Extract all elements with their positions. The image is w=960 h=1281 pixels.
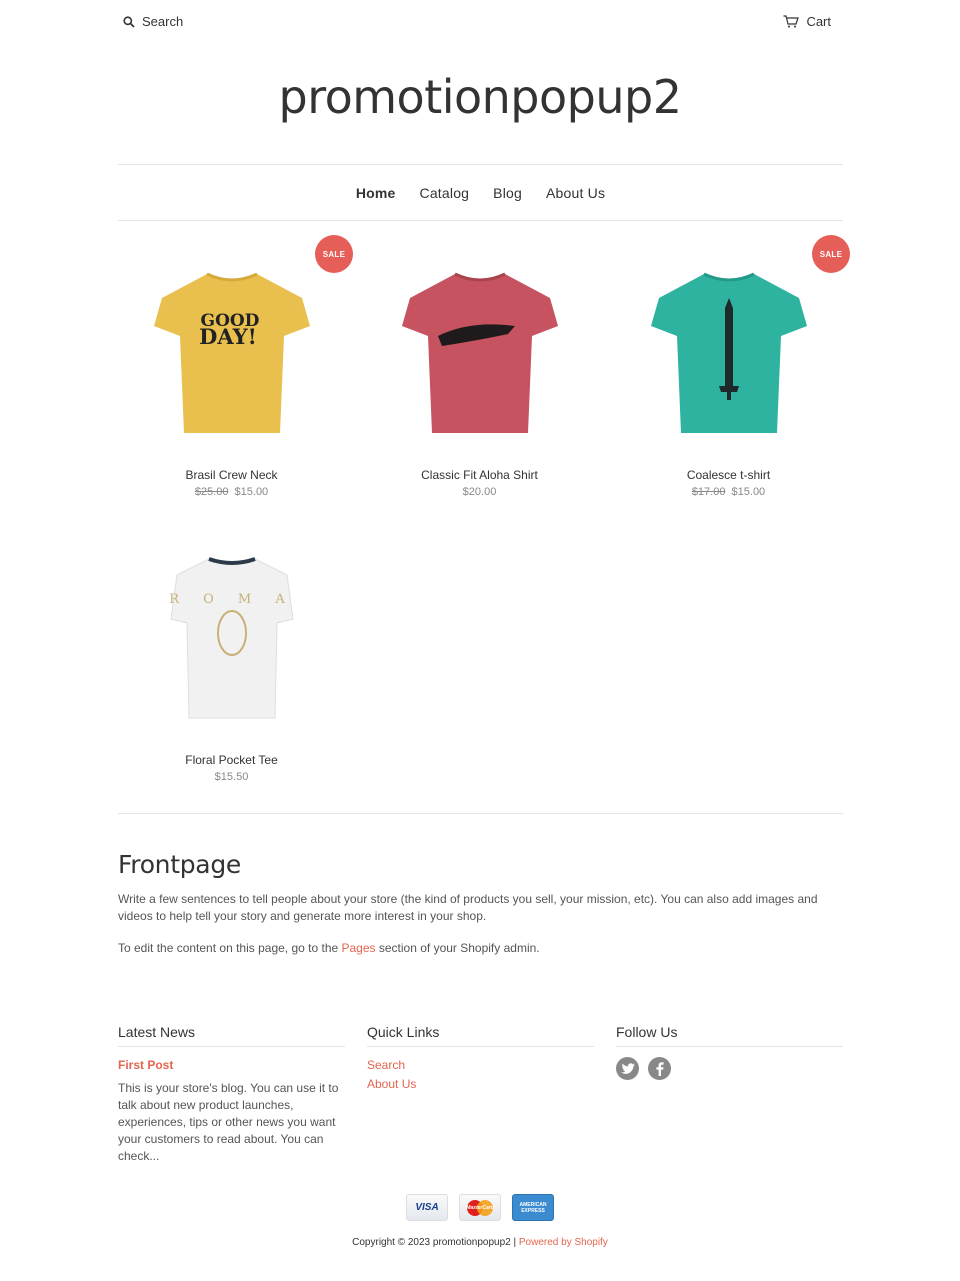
blog-post-link[interactable]: First Post [118,1058,345,1072]
product-image[interactable]: R O M A [118,523,345,753]
visa-icon: VISA [406,1194,448,1221]
pages-link[interactable]: Pages [342,941,376,955]
tshirt-image: R O M A [169,557,295,719]
product-card[interactable]: Classic Fit Aloha Shirt $20.00 [366,238,593,498]
product-price: $17.00 $15.00 [615,486,842,498]
regular-price: $20.00 [462,486,497,498]
nav-item-blog[interactable]: Blog [481,185,534,201]
quick-link-search[interactable]: Search [367,1058,594,1072]
quick-links-section: Quick Links Search About Us [367,1024,594,1091]
search-icon [123,15,135,28]
latest-news-section: Latest News First Post This is your stor… [118,1024,345,1165]
nav-item-catalog[interactable]: Catalog [408,185,482,201]
tshirt-image [401,272,558,433]
facebook-icon[interactable] [648,1057,671,1080]
tshirt-image [650,272,807,433]
latest-news-heading: Latest News [118,1024,345,1047]
sale-price: $15.00 [731,486,766,498]
main-nav: Home Catalog Blog About Us [118,164,843,221]
cart-label: Cart [806,14,831,29]
tshirt-image: GOOD DAY! [153,272,310,433]
sale-badge: SALE [315,235,353,273]
product-title[interactable]: Floral Pocket Tee [118,753,345,767]
frontpage-edit-note: To edit the content on this page, go to … [118,941,540,955]
search-label: Search [142,14,184,29]
follow-us-section: Follow Us [616,1024,843,1080]
social-links [616,1057,843,1080]
compare-price: $17.00 [691,486,726,498]
product-price: $20.00 [366,486,593,498]
nav-item-home[interactable]: Home [344,185,408,201]
compare-price: $25.00 [194,486,229,498]
product-price: $15.50 [118,771,345,783]
product-title[interactable]: Classic Fit Aloha Shirt [366,468,593,482]
sale-badge: SALE [812,235,850,273]
store-logo[interactable]: promotionpopup2 [0,70,960,124]
search-link[interactable]: Search [123,14,183,29]
quick-links-heading: Quick Links [367,1024,594,1047]
amex-icon: AMERICAN EXPRESS [512,1194,554,1221]
sale-price: $15.00 [234,486,269,498]
nav-item-about-us[interactable]: About Us [534,185,617,201]
regular-price: $15.50 [214,771,249,783]
product-card[interactable]: GOOD DAY! SALE Brasil Crew Neck $25.00 $… [118,235,353,498]
product-title[interactable]: Brasil Crew Neck [118,468,345,482]
product-image[interactable]: GOOD DAY! SALE [118,235,353,468]
blog-post-excerpt: This is your store's blog. You can use i… [118,1081,339,1163]
shirt-print-text: R O M A [169,592,295,607]
product-image[interactable] [366,238,593,468]
product-title[interactable]: Coalesce t-shirt [615,468,842,482]
cart-link[interactable]: Cart [783,14,831,29]
svg-text:DAY!: DAY! [199,324,257,349]
top-bar: Search Cart [118,0,843,45]
quick-link-about-us[interactable]: About Us [367,1077,594,1091]
product-card[interactable]: R O M A Floral Pocket Tee $15.50 [118,523,345,783]
product-price: $25.00 $15.00 [118,486,345,498]
frontpage-heading: Frontpage [118,850,241,879]
payment-methods: VISA MasterCard AMERICAN EXPRESS [0,1194,960,1221]
powered-by-link[interactable]: Powered by Shopify [519,1237,608,1248]
product-image[interactable]: SALE [615,235,850,468]
mastercard-icon: MasterCard [459,1194,501,1221]
product-card[interactable]: SALE Coalesce t-shirt $17.00 $15.00 [615,235,850,498]
section-divider [118,813,843,814]
cart-icon [783,15,800,28]
frontpage-section: Frontpage Write a few sentences to tell … [118,850,843,957]
copyright: Copyright © 2023 promotionpopup2 | Power… [352,1237,608,1248]
twitter-icon[interactable] [616,1057,639,1080]
follow-us-heading: Follow Us [616,1024,843,1047]
frontpage-paragraph: Write a few sentences to tell people abo… [118,892,818,923]
